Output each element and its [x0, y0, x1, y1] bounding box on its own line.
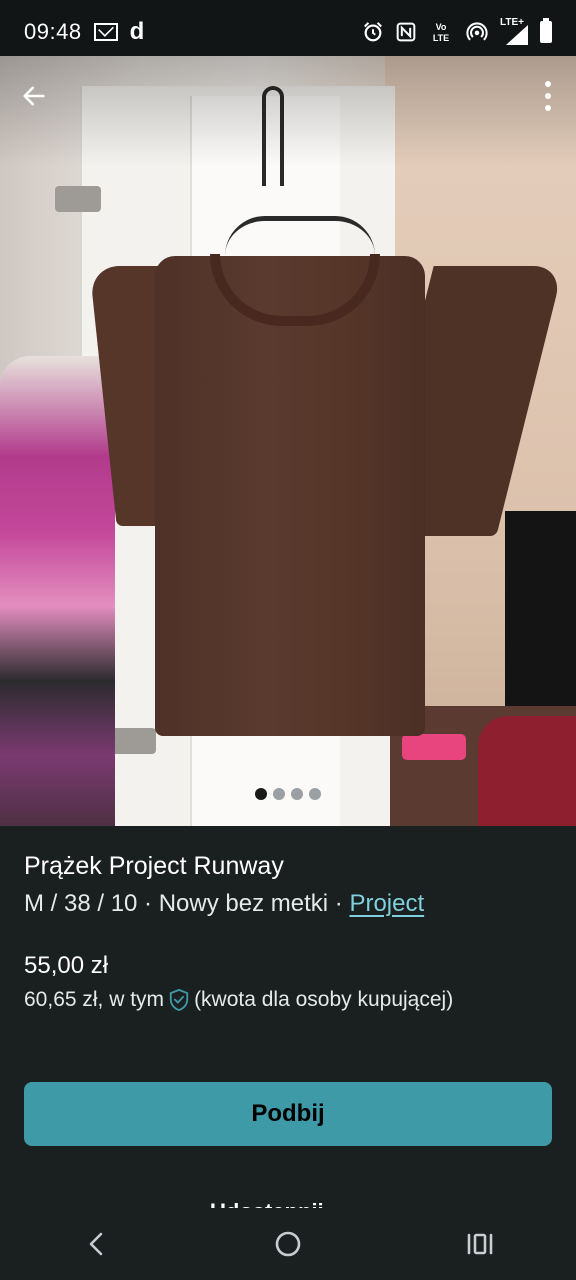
- battery-icon: [540, 18, 552, 43]
- carousel-indicator: [0, 788, 576, 800]
- photo-pillow: [478, 716, 576, 826]
- carousel-dot[interactable]: [309, 788, 321, 800]
- total-price-note: (kwota dla osoby kupującej): [194, 988, 454, 1011]
- photo-hinge-bottom: [110, 728, 156, 754]
- carousel-dot[interactable]: [255, 788, 267, 800]
- hotspot-icon: [466, 22, 488, 41]
- mail-icon: [93, 23, 118, 41]
- status-time: 09:48: [24, 19, 82, 44]
- more-options-button[interactable]: [536, 78, 560, 114]
- item-title: Prążek Project Runway: [24, 852, 284, 880]
- total-price-value: 60,65 zł, w tym: [24, 988, 165, 1011]
- svg-text:LTE: LTE: [433, 33, 449, 43]
- arrow-left-icon: [23, 86, 45, 106]
- d-app-icon: d: [129, 18, 145, 45]
- share-label: Udostępnij: [210, 1199, 324, 1208]
- status-right: Vo LTE LTE+: [362, 17, 552, 45]
- item-details: Prążek Project Runway M / 38 / 10 · Nowy…: [0, 826, 576, 1166]
- photo-top-gradient: [0, 56, 576, 166]
- item-price: 55,00 zł: [24, 952, 109, 979]
- nav-back-button[interactable]: [66, 1214, 126, 1274]
- photo-hanger: [225, 216, 375, 256]
- carousel-dot[interactable]: [291, 788, 303, 800]
- item-total-price: 60,65 zł, w tym (kwota dla osoby kupując…: [24, 988, 453, 1012]
- status-bar: 09:48 d Vo LTE LTE+: [0, 0, 576, 64]
- svg-text:Vo: Vo: [436, 22, 447, 32]
- photo-clothes: [0, 356, 115, 826]
- photo-phone: [402, 734, 466, 760]
- status-left: 09:48 d: [24, 18, 144, 46]
- lte-signal-icon: LTE+: [500, 17, 528, 45]
- more-vertical-icon: [545, 81, 551, 111]
- share-button-partial[interactable]: Udostępnij: [210, 1196, 390, 1208]
- system-nav-bar: [0, 1208, 576, 1280]
- boost-button[interactable]: Podbij: [24, 1082, 552, 1146]
- carousel-dot[interactable]: [273, 788, 285, 800]
- nav-home-button[interactable]: [258, 1214, 318, 1274]
- item-size-condition: M / 38 / 10 · Nowy bez metki ·: [24, 890, 350, 917]
- back-button[interactable]: [16, 78, 52, 114]
- recents-icon: [467, 1233, 493, 1255]
- buyer-protection-shield-icon[interactable]: [168, 988, 190, 1012]
- product-photo[interactable]: [0, 56, 576, 826]
- item-meta: M / 38 / 10 · Nowy bez metki · Project: [24, 890, 424, 918]
- photo-shirt: [155, 256, 425, 736]
- chevron-left-icon: [89, 1232, 103, 1256]
- nav-recents-button[interactable]: [450, 1214, 510, 1274]
- home-circle-icon: [275, 1231, 301, 1257]
- photo-hinge-top: [55, 186, 101, 212]
- volte-icon: Vo LTE: [433, 22, 449, 43]
- alarm-icon: [364, 22, 382, 42]
- brand-link[interactable]: Project: [349, 890, 424, 917]
- nfc-icon: [396, 22, 416, 42]
